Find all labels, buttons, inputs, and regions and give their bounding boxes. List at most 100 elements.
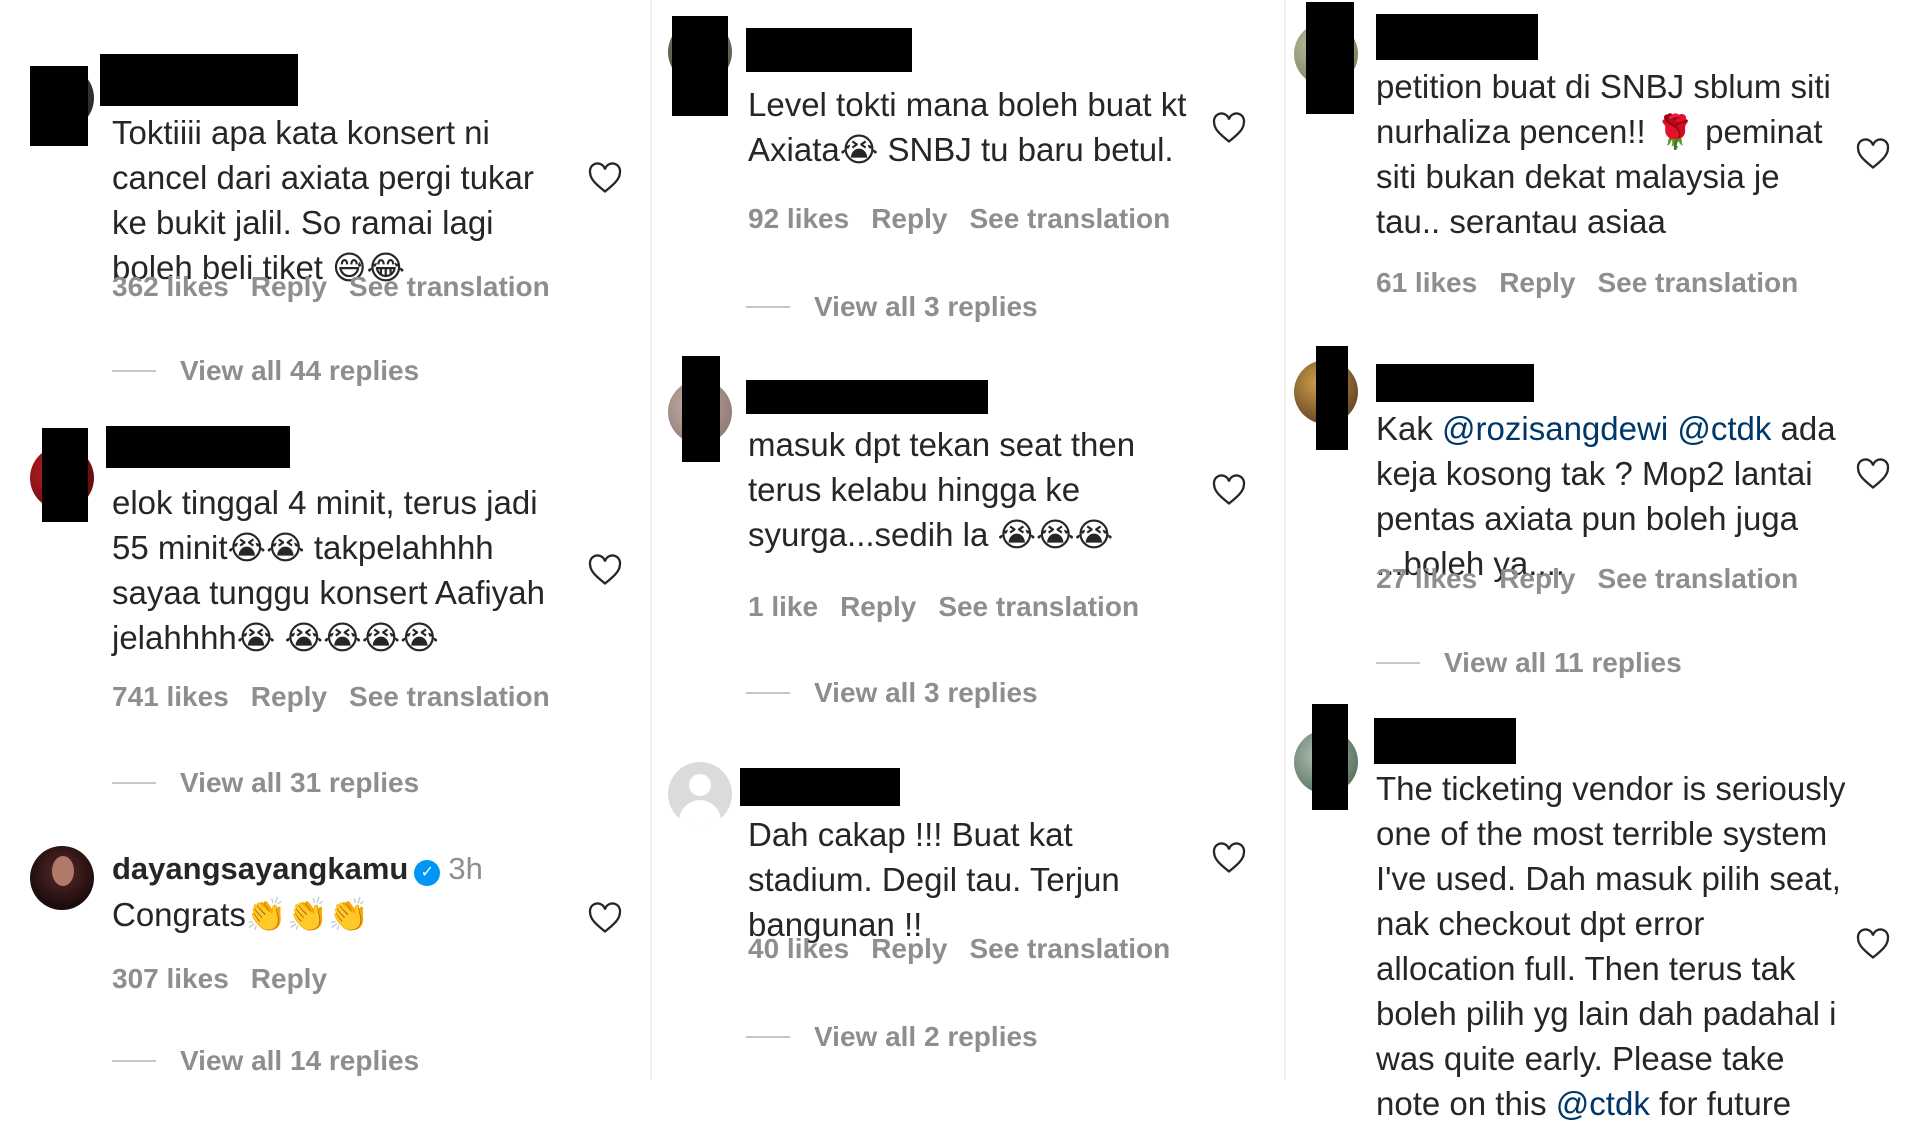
view-replies-button[interactable]: View all 44 replies	[112, 354, 419, 388]
mention-link[interactable]: @rozisangdewi	[1442, 410, 1668, 447]
comment-text-segment: The ticketing vendor is seriously one of…	[1376, 770, 1846, 1122]
comment-item: 2h petition buat di SNBJ sblum siti nurh…	[1286, 0, 1920, 340]
comment-actions: 27 likes Reply See translation	[1376, 562, 1820, 596]
redaction-bar	[682, 356, 720, 462]
username-redaction	[106, 426, 290, 468]
view-replies-button[interactable]: View all 3 replies	[746, 290, 1038, 324]
comment-text: Kak @rozisangdewi @ctdk ada keja kosong …	[1376, 406, 1836, 586]
comment-item: dayangsayangkamu ✓ 3h Congrats👏👏👏 307 like…	[0, 820, 650, 1080]
reply-button[interactable]: Reply	[871, 203, 947, 234]
reply-button[interactable]: Reply	[251, 271, 327, 302]
reply-button[interactable]: Reply	[251, 681, 327, 712]
replies-divider	[746, 306, 790, 308]
likes-count[interactable]: 741 likes	[112, 681, 229, 712]
replies-divider	[112, 1060, 156, 1062]
reply-button[interactable]: Reply	[871, 933, 947, 964]
redaction-bar	[672, 16, 728, 116]
view-replies-button[interactable]: View all 2 replies	[746, 1020, 1038, 1054]
likes-count[interactable]: 40 likes	[748, 933, 849, 964]
heart-outline-icon[interactable]	[588, 902, 622, 934]
view-replies-button[interactable]: View all 11 replies	[1376, 646, 1682, 680]
comment-text-segment: Toktiiii apa kata konsert ni cancel dari…	[112, 114, 534, 286]
comment-text: masuk dpt tekan seat then terus kelabu h…	[748, 422, 1188, 557]
avatar[interactable]	[30, 846, 94, 910]
comments-column-1: 3h Toktiiii apa kata konsert ni cancel d…	[0, 0, 650, 1080]
replies-divider	[112, 782, 156, 784]
view-replies-button[interactable]: View all 31 replies	[112, 766, 419, 800]
heart-outline-icon[interactable]	[1856, 458, 1890, 490]
view-replies-label: View all 3 replies	[814, 677, 1038, 708]
heart-outline-icon[interactable]	[1212, 842, 1246, 874]
redaction-bar	[42, 428, 88, 522]
comment-text: Dah cakap !!! Buat kat stadium. Degil ta…	[748, 812, 1188, 947]
comment-header: dayangsayangkamu ✓ 3h	[112, 850, 483, 888]
see-translation-button[interactable]: See translation	[349, 681, 550, 712]
view-replies-button[interactable]: View all 14 replies	[112, 1044, 419, 1078]
see-translation-button[interactable]: See translation	[349, 271, 550, 302]
redaction-bar	[1316, 346, 1348, 450]
mention-link[interactable]: @ctdk	[1677, 410, 1771, 447]
see-translation-button[interactable]: See translation	[969, 203, 1170, 234]
verified-badge-icon: ✓	[414, 860, 441, 886]
comments-column-3: 2h petition buat di SNBJ sblum siti nurh…	[1286, 0, 1920, 1122]
timestamp: 3h	[448, 851, 483, 886]
likes-count[interactable]: 1 like	[748, 591, 818, 622]
comment-text-segment: Dah cakap !!! Buat kat stadium. Degil ta…	[748, 816, 1120, 943]
comment-text: petition buat di SNBJ sblum siti nurhali…	[1376, 64, 1836, 244]
comment-item: 2h Kak @rozisangdewi @ctdk ada keja koso…	[1286, 340, 1920, 700]
comment-actions: 741 likes Reply See translation	[112, 680, 572, 714]
comment-actions: 61 likes Reply See translation	[1376, 266, 1820, 300]
comment-text: Toktiiii apa kata konsert ni cancel dari…	[112, 110, 572, 290]
comment-text-segment: Congrats👏👏👏	[112, 896, 370, 933]
heart-outline-icon[interactable]	[1856, 928, 1890, 960]
replies-divider	[1376, 662, 1420, 664]
comment-text: Level tokti mana boleh buat kt Axiata😭 S…	[748, 82, 1188, 172]
reply-button[interactable]: Reply	[840, 591, 916, 622]
redaction-bar	[1306, 2, 1354, 114]
likes-count[interactable]: 61 likes	[1376, 267, 1477, 298]
comment-text-segment	[1668, 410, 1677, 447]
username-redaction	[746, 28, 912, 72]
mention-link[interactable]: @ctdk	[1556, 1085, 1650, 1122]
comment-actions: 40 likes Reply See translation	[748, 932, 1192, 966]
username-redaction	[746, 380, 988, 414]
heart-outline-icon[interactable]	[1856, 138, 1890, 170]
comment-actions: 362 likes Reply See translation	[112, 270, 572, 304]
likes-count[interactable]: 362 likes	[112, 271, 229, 302]
username-redaction	[740, 768, 900, 806]
see-translation-button[interactable]: See translation	[1597, 267, 1798, 298]
default-avatar-icon[interactable]	[668, 762, 732, 826]
reply-button[interactable]: Reply	[251, 963, 327, 994]
username-redaction	[1376, 364, 1534, 402]
comment-text: Congrats👏👏👏	[112, 892, 572, 937]
comment-actions: 1 like Reply See translation	[748, 590, 1161, 624]
comments-column-2: 3h Level tokti mana boleh buat kt Axiata…	[652, 0, 1284, 1080]
username[interactable]: dayangsayangkamu	[112, 851, 408, 886]
view-replies-label: View all 44 replies	[180, 355, 420, 386]
comment-text: elok tinggal 4 minit, terus jadi 55 mini…	[112, 480, 572, 660]
view-replies-label: View all 11 replies	[1444, 647, 1682, 678]
username-redaction	[1374, 718, 1516, 764]
reply-button[interactable]: Reply	[1499, 267, 1575, 298]
comment-item: 2h The ticketing vendor is seriously one…	[1286, 700, 1920, 1122]
likes-count[interactable]: 27 likes	[1376, 563, 1477, 594]
heart-outline-icon[interactable]	[588, 162, 622, 194]
comment-text-segment: Level tokti mana boleh buat kt Axiata😭 S…	[748, 86, 1187, 168]
see-translation-button[interactable]: See translation	[1597, 563, 1798, 594]
heart-outline-icon[interactable]	[588, 554, 622, 586]
replies-divider	[112, 370, 156, 372]
view-replies-label: View all 14 replies	[180, 1045, 420, 1076]
redaction-bar	[30, 66, 88, 146]
heart-outline-icon[interactable]	[1212, 112, 1246, 144]
username-redaction	[1376, 14, 1538, 60]
see-translation-button[interactable]: See translation	[938, 591, 1139, 622]
view-replies-button[interactable]: View all 3 replies	[746, 676, 1038, 710]
likes-count[interactable]: 92 likes	[748, 203, 849, 234]
see-translation-button[interactable]: See translation	[969, 933, 1170, 964]
likes-count[interactable]: 307 likes	[112, 963, 229, 994]
reply-button[interactable]: Reply	[1499, 563, 1575, 594]
username-redaction	[100, 54, 298, 106]
comment-text-segment: elok tinggal 4 minit, terus jadi 55 mini…	[112, 484, 545, 656]
heart-outline-icon[interactable]	[1212, 474, 1246, 506]
comment-text-segment: for future	[1649, 1085, 1792, 1122]
